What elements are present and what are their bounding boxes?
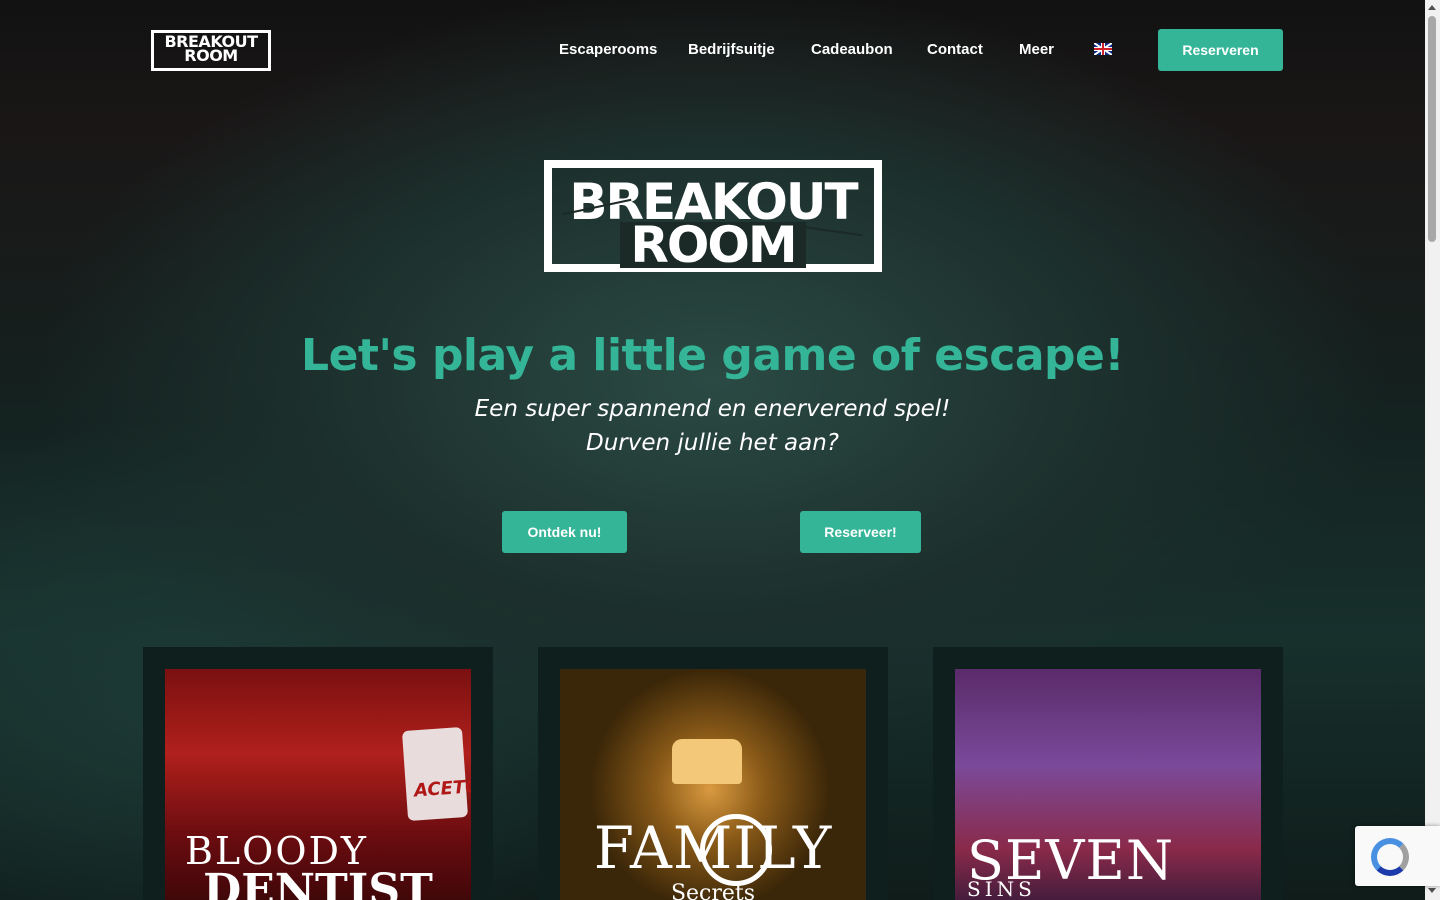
nav-item-cadeaubon[interactable]: Cadeaubon — [811, 38, 893, 62]
nav-item-bedrijfsuitje[interactable]: Bedrijfsuitje — [688, 38, 775, 62]
room-card-seven-sins[interactable]: SEVEN SINS — [933, 647, 1283, 900]
header-logo-line2: ROOM — [184, 46, 238, 65]
room-card-family-secrets[interactable]: FAMILY Secrets — [538, 647, 888, 900]
room-card-image: ACETO BLOODY DENTIST — [165, 669, 471, 900]
room-title-line2: SINS — [967, 877, 1036, 900]
flag-cross — [1102, 43, 1104, 55]
recaptcha-badge[interactable] — [1355, 826, 1440, 886]
ontdek-button[interactable]: Ontdek nu! — [502, 511, 627, 553]
room-card-image: SEVEN SINS — [955, 669, 1261, 900]
room-title-line2: Secrets — [670, 881, 756, 900]
nav-item-meer[interactable]: Meer — [1019, 38, 1054, 62]
bottle-label-text: ACETO — [413, 775, 471, 802]
reserveer-button[interactable]: Reserveer! — [800, 511, 921, 553]
hero-subline-2: Durven jullie het aan? — [585, 430, 840, 456]
site-header: BREAKOUT ROOM Escaperooms Bedrijfsuitje … — [0, 0, 1425, 100]
header-logo[interactable]: BREAKOUT ROOM — [151, 30, 271, 71]
room-title-line1: FAMILY — [593, 814, 833, 882]
nav-item-contact[interactable]: Contact — [927, 38, 983, 62]
scroll-down-icon[interactable] — [1428, 888, 1436, 893]
lamp-shade — [672, 739, 742, 784]
page: BREAKOUT ROOM Escaperooms Bedrijfsuitje … — [0, 0, 1425, 900]
reserveren-button[interactable]: Reserveren — [1158, 29, 1283, 71]
page-scrollbar[interactable] — [1425, 0, 1440, 900]
bottle-label: ACETO — [401, 727, 471, 821]
hero-subline-1: Een super spannend en enerverend spel! — [474, 396, 951, 422]
recaptcha-icon — [1371, 838, 1409, 876]
scroll-up-icon[interactable] — [1428, 5, 1436, 10]
scroll-thumb[interactable] — [1428, 16, 1436, 242]
room-card-bloody-dentist[interactable]: ACETO BLOODY DENTIST — [143, 647, 493, 900]
hero-headline: Let's play a little game of escape! — [301, 330, 1124, 381]
uk-flag-icon[interactable] — [1094, 43, 1112, 55]
room-title-line2: DENTIST — [203, 865, 433, 900]
hero-logo: BREAKOUT ROOM — [544, 160, 882, 272]
nav-item-escaperooms[interactable]: Escaperooms — [559, 38, 657, 62]
hero-logo-line2: ROOM — [620, 220, 806, 270]
room-card-image: FAMILY Secrets — [560, 669, 866, 900]
